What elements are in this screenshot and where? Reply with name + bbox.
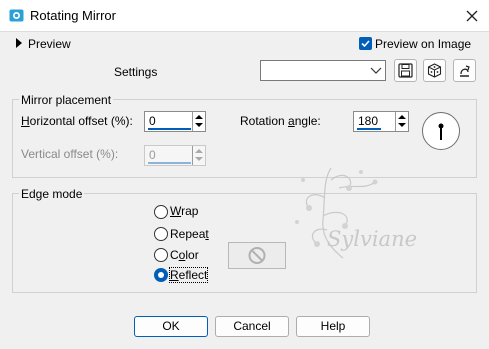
vertical-offset-label: Vertical offset (%):	[21, 147, 119, 161]
edge-repeat-label[interactable]: Repeat	[170, 227, 209, 241]
vertical-offset-slider-bar	[148, 162, 191, 164]
edge-wrap-label[interactable]: Wrap	[170, 204, 198, 218]
chevron-down-icon[interactable]	[369, 63, 383, 77]
rotation-angle-label: Rotation angle:	[240, 114, 321, 128]
close-icon[interactable]	[462, 6, 482, 26]
rotation-angle-value: 180	[358, 114, 379, 128]
rotation-angle-slider-bar[interactable]	[357, 128, 381, 130]
edge-color-radio[interactable]	[154, 248, 168, 262]
help-button[interactable]: Help	[296, 316, 370, 337]
sylviane-watermark: Sylviane	[283, 160, 418, 272]
mirror-placement-title: Mirror placement	[19, 93, 114, 107]
settings-label: Settings	[114, 65, 158, 79]
reset-button[interactable]	[453, 59, 476, 82]
title-divider	[0, 31, 489, 32]
preview-on-image-checkbox[interactable]	[359, 37, 372, 50]
edge-mode-title: Edge mode	[19, 187, 85, 201]
edge-repeat-radio[interactable]	[154, 227, 168, 241]
settings-preset-dropdown[interactable]	[260, 60, 386, 81]
cancel-button[interactable]: Cancel	[215, 316, 289, 337]
save-preset-button[interactable]	[394, 59, 417, 82]
window-title: Rotating Mirror	[30, 8, 116, 23]
expand-preview-icon[interactable]	[16, 38, 22, 48]
horizontal-offset-value: 0	[149, 114, 156, 128]
watermark-text: Sylviane	[327, 227, 417, 251]
no-color-icon	[248, 247, 266, 264]
vertical-offset-stepper	[192, 146, 205, 165]
rotation-angle-dial[interactable]	[422, 112, 460, 150]
edge-color-label[interactable]: Color	[170, 248, 199, 262]
vertical-offset-spinner: 0	[144, 145, 206, 166]
horizontal-offset-slider-bar[interactable]	[148, 128, 191, 130]
arrow-down-icon[interactable]	[195, 123, 203, 127]
randomize-button[interactable]	[423, 59, 446, 82]
horizontal-offset-stepper[interactable]	[192, 112, 205, 131]
arrow-up-icon[interactable]	[195, 115, 203, 119]
arrow-up-icon[interactable]	[398, 115, 406, 119]
arrow-up-icon	[195, 149, 203, 153]
vertical-offset-value: 0	[149, 148, 156, 162]
horizontal-offset-label: Horizontal offset (%):	[21, 114, 133, 128]
arrow-down-icon[interactable]	[398, 123, 406, 127]
arrow-down-icon	[195, 157, 203, 161]
edge-color-swatch	[228, 242, 286, 269]
ok-button[interactable]: OK	[134, 316, 208, 337]
paint-shop-pro-icon	[9, 8, 24, 23]
horizontal-offset-spinner[interactable]: 0	[144, 111, 206, 132]
edge-reflect-label[interactable]: Reflect	[168, 267, 209, 283]
preview-on-image-label[interactable]: Preview on Image	[375, 37, 471, 51]
edge-wrap-radio[interactable]	[154, 205, 168, 219]
preview-toggle[interactable]: Preview	[28, 37, 71, 51]
rotation-angle-spinner[interactable]: 180	[353, 111, 409, 132]
edge-reflect-radio[interactable]	[154, 268, 168, 282]
rotation-angle-stepper[interactable]	[395, 112, 408, 131]
